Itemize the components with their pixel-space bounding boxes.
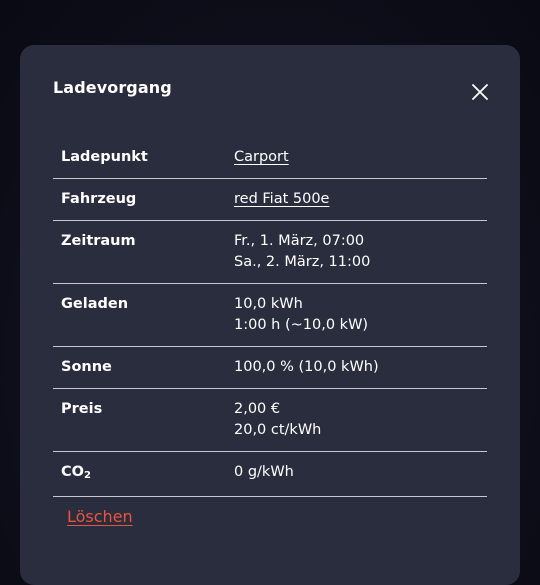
dialog-title: Ladevorgang <box>53 78 172 97</box>
row-preis: Preis 2,00 € 20,0 ct/kWh <box>53 389 487 452</box>
row-value: red Fiat 500e <box>226 179 487 221</box>
session-details-table: Ladepunkt Carport Fahrzeug red Fiat 500e… <box>53 137 487 497</box>
row-geladen: Geladen 10,0 kWh 1:00 h (~10,0 kW) <box>53 284 487 347</box>
row-ladepunkt: Ladepunkt Carport <box>53 137 487 179</box>
price-per-kwh: 20,0 ct/kWh <box>234 422 322 438</box>
row-value: Carport <box>226 137 487 179</box>
charging-session-dialog: Ladevorgang Ladepunkt Carport Fahrzeug r… <box>20 45 520 585</box>
row-sonne: Sonne 100,0 % (10,0 kWh) <box>53 347 487 389</box>
row-label: Preis <box>61 401 103 417</box>
price-total: 2,00 € <box>234 401 281 417</box>
charged-energy: 10,0 kWh <box>234 296 303 312</box>
close-button[interactable] <box>466 78 494 106</box>
charge-duration: 1:00 h (~10,0 kW) <box>234 317 369 333</box>
row-label: Sonne <box>61 359 112 375</box>
ladepunkt-link[interactable]: Carport <box>234 149 289 165</box>
period-end: Sa., 2. März, 11:00 <box>234 254 371 270</box>
row-zeitraum: Zeitraum Fr., 1. März, 07:00 Sa., 2. Mär… <box>53 221 487 284</box>
row-label: Ladepunkt <box>61 149 148 165</box>
row-value: Fr., 1. März, 07:00 Sa., 2. März, 11:00 <box>226 221 487 284</box>
row-value: 100,0 % (10,0 kWh) <box>234 359 379 375</box>
period-start: Fr., 1. März, 07:00 <box>234 233 365 249</box>
row-label: CO2 <box>53 452 226 497</box>
row-label: Geladen <box>61 296 129 312</box>
vehicle-link[interactable]: red Fiat 500e <box>234 191 329 207</box>
row-value: 2,00 € 20,0 ct/kWh <box>226 389 487 452</box>
co2-subscript: 2 <box>83 470 91 481</box>
delete-button[interactable]: Löschen <box>67 507 133 526</box>
row-value: 10,0 kWh 1:00 h (~10,0 kW) <box>226 284 487 347</box>
row-label: Fahrzeug <box>61 191 137 207</box>
row-co2: CO2 0 g/kWh <box>53 452 487 497</box>
row-value: 0 g/kWh <box>234 464 294 480</box>
row-label: Zeitraum <box>61 233 136 249</box>
co2-label: CO <box>61 464 84 480</box>
close-icon <box>472 84 488 100</box>
row-fahrzeug: Fahrzeug red Fiat 500e <box>53 179 487 221</box>
